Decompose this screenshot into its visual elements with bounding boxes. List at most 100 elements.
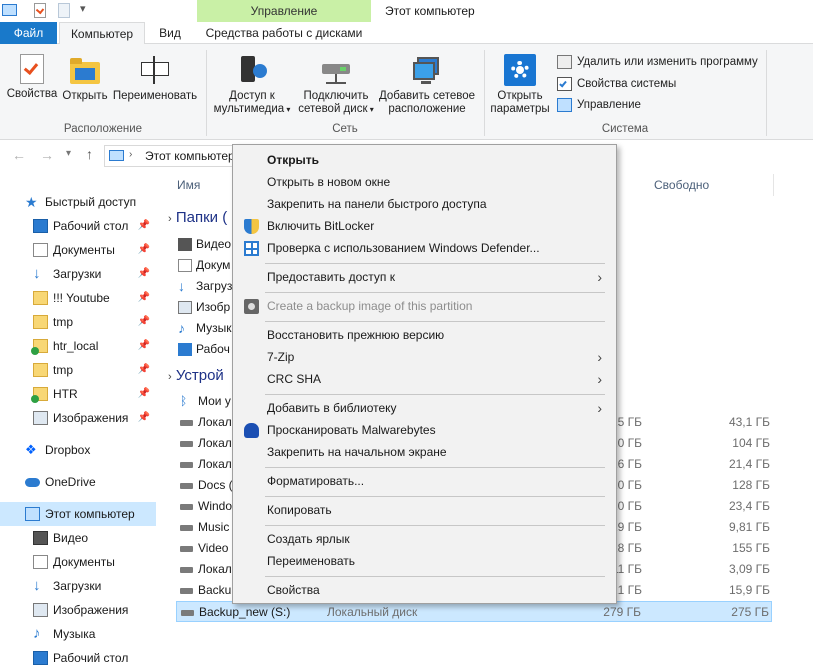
add-network-location-button[interactable]: Добавить сетевое расположение xyxy=(378,54,476,116)
network-location-icon xyxy=(411,54,443,86)
menu-pin-start[interactable]: Закрепить на начальном экране xyxy=(235,441,614,463)
nav-onedrive[interactable]: OneDrive xyxy=(0,470,156,494)
open-button[interactable]: Открыть xyxy=(60,54,110,103)
drive-icon xyxy=(180,567,193,573)
folder-name: Музык xyxy=(196,321,232,335)
menu-pin-quick-access[interactable]: Закрепить на панели быстрого доступа xyxy=(235,193,614,215)
forward-arrow-icon[interactable]: → xyxy=(40,147,54,163)
menu-separator xyxy=(265,496,605,497)
rename-icon xyxy=(139,54,171,86)
tab-view[interactable]: Вид xyxy=(148,22,192,44)
folders-section-header[interactable]: › Папки ( xyxy=(168,209,227,226)
menu-properties[interactable]: Свойства xyxy=(235,579,614,601)
nav-item-tmp-2[interactable]: tmp 📌 xyxy=(0,358,156,382)
nav-item-documents[interactable]: Документы 📌 xyxy=(0,238,156,262)
nav-item-htr-local[interactable]: htr_local 📌 xyxy=(0,334,156,358)
star-icon: ★ xyxy=(25,194,38,210)
manage-button[interactable]: Управление xyxy=(557,96,641,114)
nav-quick-access[interactable]: ★ Быстрый доступ xyxy=(0,190,156,214)
system-group-label: Система xyxy=(601,123,649,135)
nav-this-pc-label: Этот компьютер xyxy=(45,507,135,521)
nav-pc-desktop[interactable]: Рабочий стол xyxy=(0,646,156,670)
properties-button[interactable]: Свойства xyxy=(4,54,60,101)
nav-item-pictures[interactable]: Изображения 📌 xyxy=(0,406,156,430)
nav-pc-downloads[interactable]: ↓ Загрузки xyxy=(0,574,156,598)
up-arrow-icon[interactable]: ↑ xyxy=(86,146,93,162)
nav-item-tmp[interactable]: tmp 📌 xyxy=(0,310,156,334)
device-row-selected[interactable]: Backup_new (S:) Локальный диск 279 ГБ 275 Г… xyxy=(176,601,772,622)
rename-button[interactable]: Переименовать xyxy=(110,54,200,103)
uninstall-label: Удалить или изменить программу xyxy=(577,56,758,68)
system-props-label: Свойства системы xyxy=(577,78,677,90)
open-settings-button[interactable]: Открыть параметры xyxy=(488,54,552,116)
menu-separator xyxy=(265,576,605,577)
nav-item-downloads[interactable]: ↓ Загрузки 📌 xyxy=(0,262,156,286)
nav-item-desktop[interactable]: Рабочий стол 📌 xyxy=(0,214,156,238)
menu-defender[interactable]: Проверка с использованием Windows Defend… xyxy=(235,237,614,259)
new-folder-quick-icon[interactable] xyxy=(58,3,70,18)
folder-row[interactable]: Рабоч xyxy=(176,339,230,360)
tab-disk-tools[interactable]: Средства работы с дисками xyxy=(197,22,371,44)
menu-format[interactable]: Форматировать... xyxy=(235,470,614,492)
devices-section-header[interactable]: › Устрой xyxy=(168,367,224,384)
nav-pc-videos[interactable]: Видео xyxy=(0,526,156,550)
uninstall-program-button[interactable]: Удалить или изменить программу xyxy=(557,53,758,71)
map-drive-button[interactable]: Подключить сетевой диск ▾ xyxy=(294,54,378,116)
menu-rename[interactable]: Переименовать xyxy=(235,550,614,572)
column-header-name[interactable]: Имя xyxy=(177,178,200,192)
nav-dropbox[interactable]: ❖ Dropbox xyxy=(0,438,156,462)
folder-name: Рабоч xyxy=(196,342,230,356)
media-access-button[interactable]: Доступ к мультимедиа ▾ xyxy=(210,54,294,116)
nav-pc-documents[interactable]: Документы xyxy=(0,550,156,574)
folder-row[interactable]: ♪ Музык xyxy=(176,318,232,339)
menu-crc-sha[interactable]: CRC SHA › xyxy=(235,368,614,390)
nav-item-label: Музыка xyxy=(53,627,96,641)
menu-7zip[interactable]: 7-Zip › xyxy=(235,346,614,368)
menu-share[interactable]: Предоставить доступ к › xyxy=(235,266,614,288)
quick-access-dropdown-icon[interactable]: ▾ xyxy=(80,2,86,15)
folder-row[interactable]: Докум xyxy=(176,255,230,276)
pin-icon: 📌 xyxy=(137,268,150,279)
menu-malwarebytes[interactable]: Просканировать Malwarebytes xyxy=(235,419,614,441)
folder-row[interactable]: Видео xyxy=(176,234,231,255)
nav-this-pc[interactable]: Этот компьютер xyxy=(0,502,156,526)
menu-add-library[interactable]: Добавить в библиотеку › xyxy=(235,397,614,419)
menu-separator xyxy=(265,321,605,322)
add-location-label-1: Добавить сетевое xyxy=(378,90,476,102)
video-icon xyxy=(178,238,192,251)
nav-item-label: !!! Youtube xyxy=(53,291,110,305)
menu-open[interactable]: Открыть xyxy=(235,149,614,171)
nav-item-label: Изображения xyxy=(53,603,129,617)
breadcrumb-chevron-icon[interactable]: › xyxy=(129,149,132,160)
download-arrow-icon: ↓ xyxy=(33,577,41,594)
device-name: Локал xyxy=(198,562,232,576)
desktop-icon xyxy=(178,343,192,356)
desktop-icon xyxy=(33,651,48,665)
back-arrow-icon[interactable]: ← xyxy=(12,147,26,163)
music-note-icon: ♪ xyxy=(33,625,41,642)
pin-icon: 📌 xyxy=(137,316,150,327)
nav-pc-music[interactable]: ♪ Музыка xyxy=(0,622,156,646)
drive-icon xyxy=(180,462,193,468)
drive-icon xyxy=(181,610,194,616)
properties-quick-icon[interactable] xyxy=(34,3,46,18)
column-header-free[interactable]: Свободно xyxy=(654,178,709,192)
nav-item-htr[interactable]: HTR 📌 xyxy=(0,382,156,406)
menu-bitlocker[interactable]: Включить BitLocker xyxy=(235,215,614,237)
tab-computer[interactable]: Компьютер xyxy=(59,22,145,45)
pin-icon: 📌 xyxy=(137,364,150,375)
nav-item-youtube[interactable]: !!! Youtube 📌 xyxy=(0,286,156,310)
menu-open-new-window[interactable]: Открыть в новом окне xyxy=(235,171,614,193)
folder-row[interactable]: Изобр xyxy=(176,297,230,318)
recent-dropdown-icon[interactable]: ▾ xyxy=(66,148,71,159)
nav-pc-pictures[interactable]: Изображения xyxy=(0,598,156,622)
system-properties-button[interactable]: Свойства системы xyxy=(557,75,676,93)
folder-row[interactable]: ↓ Загрузк xyxy=(176,276,238,297)
menu-restore-version[interactable]: Восстановить прежнюю версию xyxy=(235,324,614,346)
menu-separator xyxy=(265,292,605,293)
menu-copy[interactable]: Копировать xyxy=(235,499,614,521)
folder-icon xyxy=(33,315,48,329)
folder-icon xyxy=(33,291,48,305)
tab-file[interactable]: Файл xyxy=(0,22,57,44)
menu-create-shortcut[interactable]: Создать ярлык xyxy=(235,528,614,550)
